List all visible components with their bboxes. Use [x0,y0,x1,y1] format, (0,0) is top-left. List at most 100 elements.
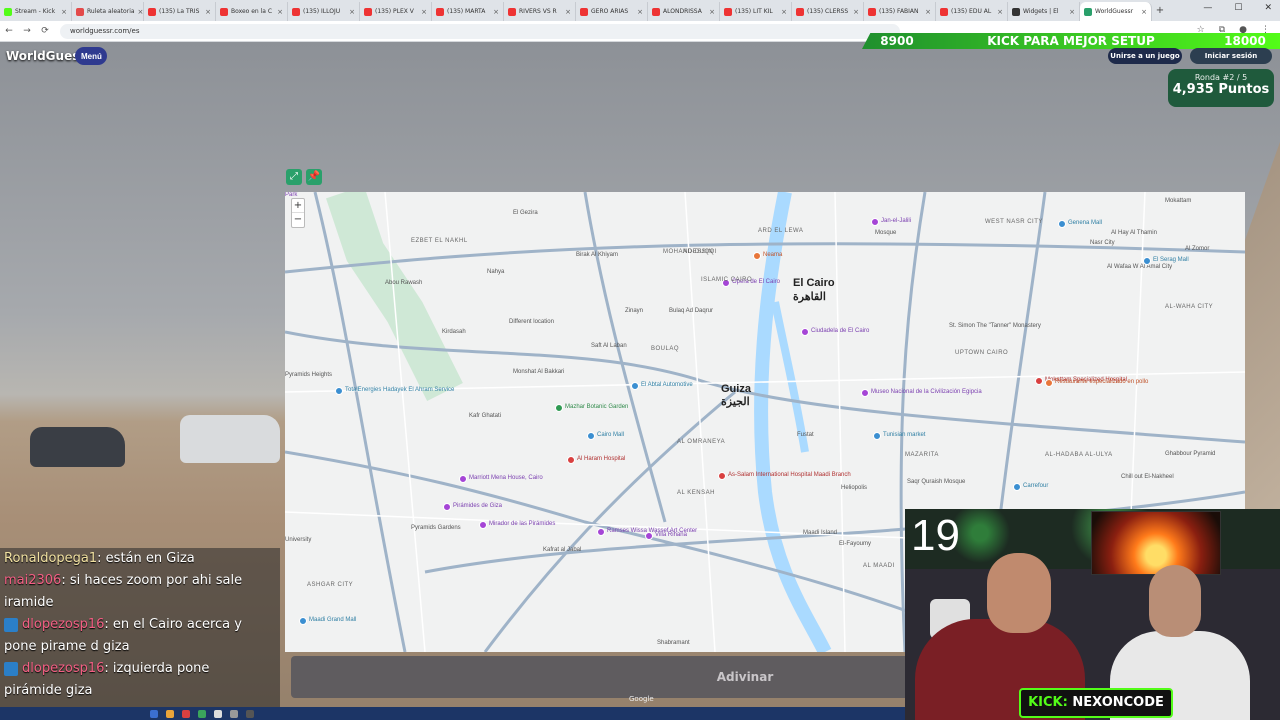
map-place-pin-icon[interactable] [1013,483,1021,491]
map-label[interactable]: Maadi Grand Mall [309,617,356,623]
browser-tab[interactable]: (135) PLEX V × [360,2,432,21]
tab-close-icon[interactable]: × [349,8,355,16]
browser-tab[interactable]: (135) ILLOJU × [288,2,360,21]
map-label[interactable]: Neama [763,252,782,258]
map-label[interactable]: Kafrat al Jabal [543,547,581,553]
minimize-icon[interactable]: — [1203,3,1212,13]
browser-tab[interactable]: (135) CLERSS × [792,2,864,21]
tab-close-icon[interactable]: × [565,8,571,16]
browser-tab[interactable]: Widgets | El × [1008,2,1080,21]
chat-username[interactable]: dlopezosp16 [22,661,104,676]
map-place-pin-icon[interactable] [459,475,467,483]
map-label[interactable]: Marriott Mena House, Cairo [469,475,543,481]
map-label[interactable]: Al Haram Hospital [577,456,625,462]
zoom-in-button[interactable]: + [292,199,304,213]
map-label[interactable]: AL KENSAH [677,490,715,496]
map-label[interactable]: Nasr City [1090,240,1115,246]
map-place-pin-icon[interactable] [1045,379,1053,387]
map-label[interactable]: TotalEnergies Hadayek El Ahram Service [345,387,454,393]
map-label[interactable]: Restaurante especializado en pollo [1055,379,1148,385]
map-label[interactable]: Saqr Quraish Mosque [907,479,965,485]
map-label[interactable]: Al Zomor [1185,246,1209,252]
map-label[interactable]: Kirdasah [442,329,466,335]
map-place-pin-icon[interactable] [873,432,881,440]
map-label[interactable]: AL MAADI [863,563,895,569]
map-label[interactable]: St. Simon The "Tanner" Monastery [949,323,1041,329]
tab-close-icon[interactable]: × [709,8,715,16]
map-label[interactable]: Tunisian market [883,432,925,438]
browser-tab[interactable]: RIVERS VS R × [504,2,576,21]
map-label[interactable]: El-Fayoumy [839,541,871,547]
map-label[interactable]: El Abtal Automotive [641,382,693,388]
chat-username[interactable]: mai2306 [4,573,61,588]
map-label[interactable]: Genena Mall [1068,220,1102,226]
map-label[interactable]: Cairo Mall [597,432,624,438]
map-label[interactable]: Ghabbour Pyramid [1165,451,1215,457]
menu-button[interactable]: Menú [75,47,107,65]
browser-tab[interactable]: (135) FABIAN × [864,2,936,21]
close-window-icon[interactable]: ✕ [1264,3,1272,13]
map-label[interactable]: Different location [509,319,554,325]
map-label[interactable]: EZBET EL NAKHL [411,238,468,244]
map-place-pin-icon[interactable] [1143,257,1151,265]
zoom-out-button[interactable]: − [292,213,304,227]
map-label[interactable]: El Serag Mall [1153,257,1189,263]
map-label[interactable]: As-Salam International Hospital Maadi Br… [728,472,851,478]
map-label[interactable]: القاهرة [793,290,826,303]
tab-close-icon[interactable]: × [205,8,211,16]
tab-close-icon[interactable]: × [421,8,427,16]
map-place-pin-icon[interactable] [645,532,653,540]
browser-tab[interactable]: WorldGuessr × [1080,2,1152,21]
map-place-pin-icon[interactable] [567,456,575,464]
login-button[interactable]: Iniciar sesión [1190,48,1272,64]
tab-close-icon[interactable]: × [925,8,931,16]
tab-close-icon[interactable]: × [1069,8,1075,16]
map-label[interactable]: ISLAMIC CAIRO [701,277,752,283]
map-label[interactable]: Maadi Island [803,530,837,536]
tab-close-icon[interactable]: × [277,8,283,16]
tab-close-icon[interactable]: × [637,8,643,16]
map-label[interactable]: MOHANDESSIN [663,249,713,255]
map-label[interactable]: Mokattam [1165,198,1191,204]
browser-tab[interactable]: ALONDRISSA × [648,2,720,21]
map-label[interactable]: Mazhar Botanic Garden [565,404,628,410]
tab-close-icon[interactable]: × [493,8,499,16]
map-label[interactable]: Carrefour [1023,483,1048,489]
tab-close-icon[interactable]: × [61,8,67,16]
map-place-pin-icon[interactable] [718,472,726,480]
map-label[interactable]: Saft Al Laban [591,343,627,349]
map-label[interactable]: University [285,537,311,543]
map-label[interactable]: Jan-el-Jalili [881,218,911,224]
chat-username[interactable]: dlopezosp16 [22,617,104,632]
map-place-pin-icon[interactable] [631,382,639,390]
map-label[interactable]: الجيزة [721,395,750,408]
map-label[interactable]: Pirámides de Giza [453,503,502,509]
map-label[interactable]: Al Wafaa W Al Amal City [1107,264,1172,270]
map-label[interactable]: Zinayn [625,308,643,314]
map-label[interactable]: Al Hay Al Thamin [1111,230,1157,236]
map-label[interactable]: BOULAQ [651,346,679,352]
tab-close-icon[interactable]: × [853,8,859,16]
map-label[interactable]: MAZARITA [905,452,939,458]
map-place-pin-icon[interactable] [299,617,307,625]
map-label[interactable]: El Cairo [793,277,835,289]
new-tab-icon[interactable]: + [1152,5,1168,16]
map-label[interactable]: Ciudadela de El Cairo [811,328,869,334]
map-label[interactable]: Mirador de las Pirámides [489,521,555,527]
back-icon[interactable]: ← [0,26,18,36]
map-label[interactable]: AL OMRANEYA [677,439,725,445]
map-label[interactable]: Heliopolis [841,485,867,491]
map-place-pin-icon[interactable] [555,404,563,412]
map-place-pin-icon[interactable] [861,389,869,397]
map-label[interactable]: Birak Al Khiyam [576,252,618,258]
browser-tab[interactable]: (135) MARTA × [432,2,504,21]
taskbar-app-icon[interactable] [182,709,190,718]
map-place-pin-icon[interactable] [479,521,487,529]
map-label[interactable]: ARD EL LEWA [758,228,803,234]
map-place-pin-icon[interactable] [801,328,809,336]
forward-icon[interactable]: → [18,26,36,36]
map-label[interactable]: Chill out El-Nakheel [1121,474,1174,480]
map-label[interactable]: AL-WAHA CITY [1165,304,1213,310]
map-label[interactable]: Pyramids Gardens [411,525,461,531]
taskbar-app-icon[interactable] [166,709,174,718]
